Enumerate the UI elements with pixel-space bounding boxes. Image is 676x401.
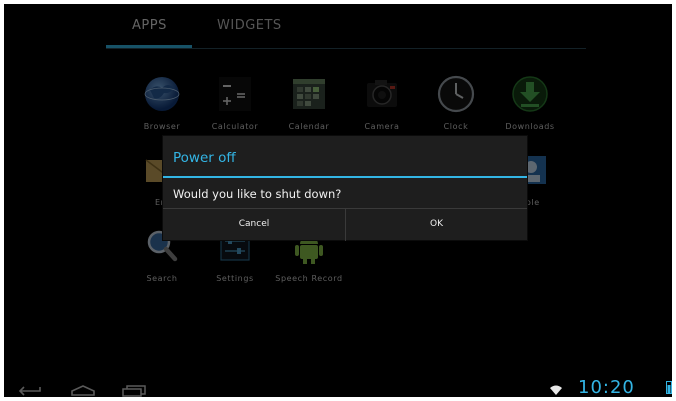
tab-divider (106, 48, 586, 49)
app-camera[interactable]: Camera (345, 74, 419, 131)
status-clock: 10:20 (578, 377, 635, 397)
dialog-title-divider (163, 176, 527, 178)
app-browser[interactable]: Browser (125, 74, 199, 131)
ok-button[interactable]: OK (346, 209, 527, 241)
app-downloads[interactable]: Downloads (493, 74, 567, 131)
system-navigation-bar (4, 378, 672, 397)
app-label: Downloads (505, 122, 555, 131)
battery-icon (666, 379, 672, 397)
dialog-title: Power off (173, 150, 236, 166)
downloads-icon (510, 74, 550, 114)
tab-apps[interactable]: APPS (132, 18, 167, 33)
app-label: Speech Record (275, 274, 343, 283)
app-label: Search (146, 274, 178, 283)
app-label: Clock (443, 122, 469, 131)
app-drawer-tabs: APPS WIDGETS (4, 4, 672, 50)
app-label: Calendar (288, 122, 330, 131)
cancel-button[interactable]: Cancel (163, 209, 346, 241)
tab-widgets[interactable]: WIDGETS (217, 18, 282, 33)
calculator-icon (215, 74, 255, 114)
app-label: Camera (364, 122, 400, 131)
app-label: Calculator (211, 122, 259, 131)
wifi-icon (549, 381, 563, 397)
home-icon[interactable] (70, 382, 96, 397)
back-icon[interactable] (18, 382, 44, 397)
recent-apps-icon[interactable] (121, 382, 147, 397)
power-off-dialog: Power off Would you like to shut down? C… (163, 136, 527, 241)
app-label: Settings (216, 274, 254, 283)
browser-icon (142, 74, 182, 114)
app-clock[interactable]: Clock (419, 74, 493, 131)
camera-icon (362, 74, 402, 114)
dialog-button-bar: Cancel OK (163, 208, 527, 241)
calendar-icon (289, 74, 329, 114)
android-home-screen: APPS WIDGETS Browser Calculator Calendar… (4, 4, 672, 397)
clock-icon (436, 74, 476, 114)
app-calendar[interactable]: Calendar (272, 74, 346, 131)
dialog-message: Would you like to shut down? (173, 187, 342, 201)
app-calculator[interactable]: Calculator (198, 74, 272, 131)
app-label: Browser (143, 122, 181, 131)
